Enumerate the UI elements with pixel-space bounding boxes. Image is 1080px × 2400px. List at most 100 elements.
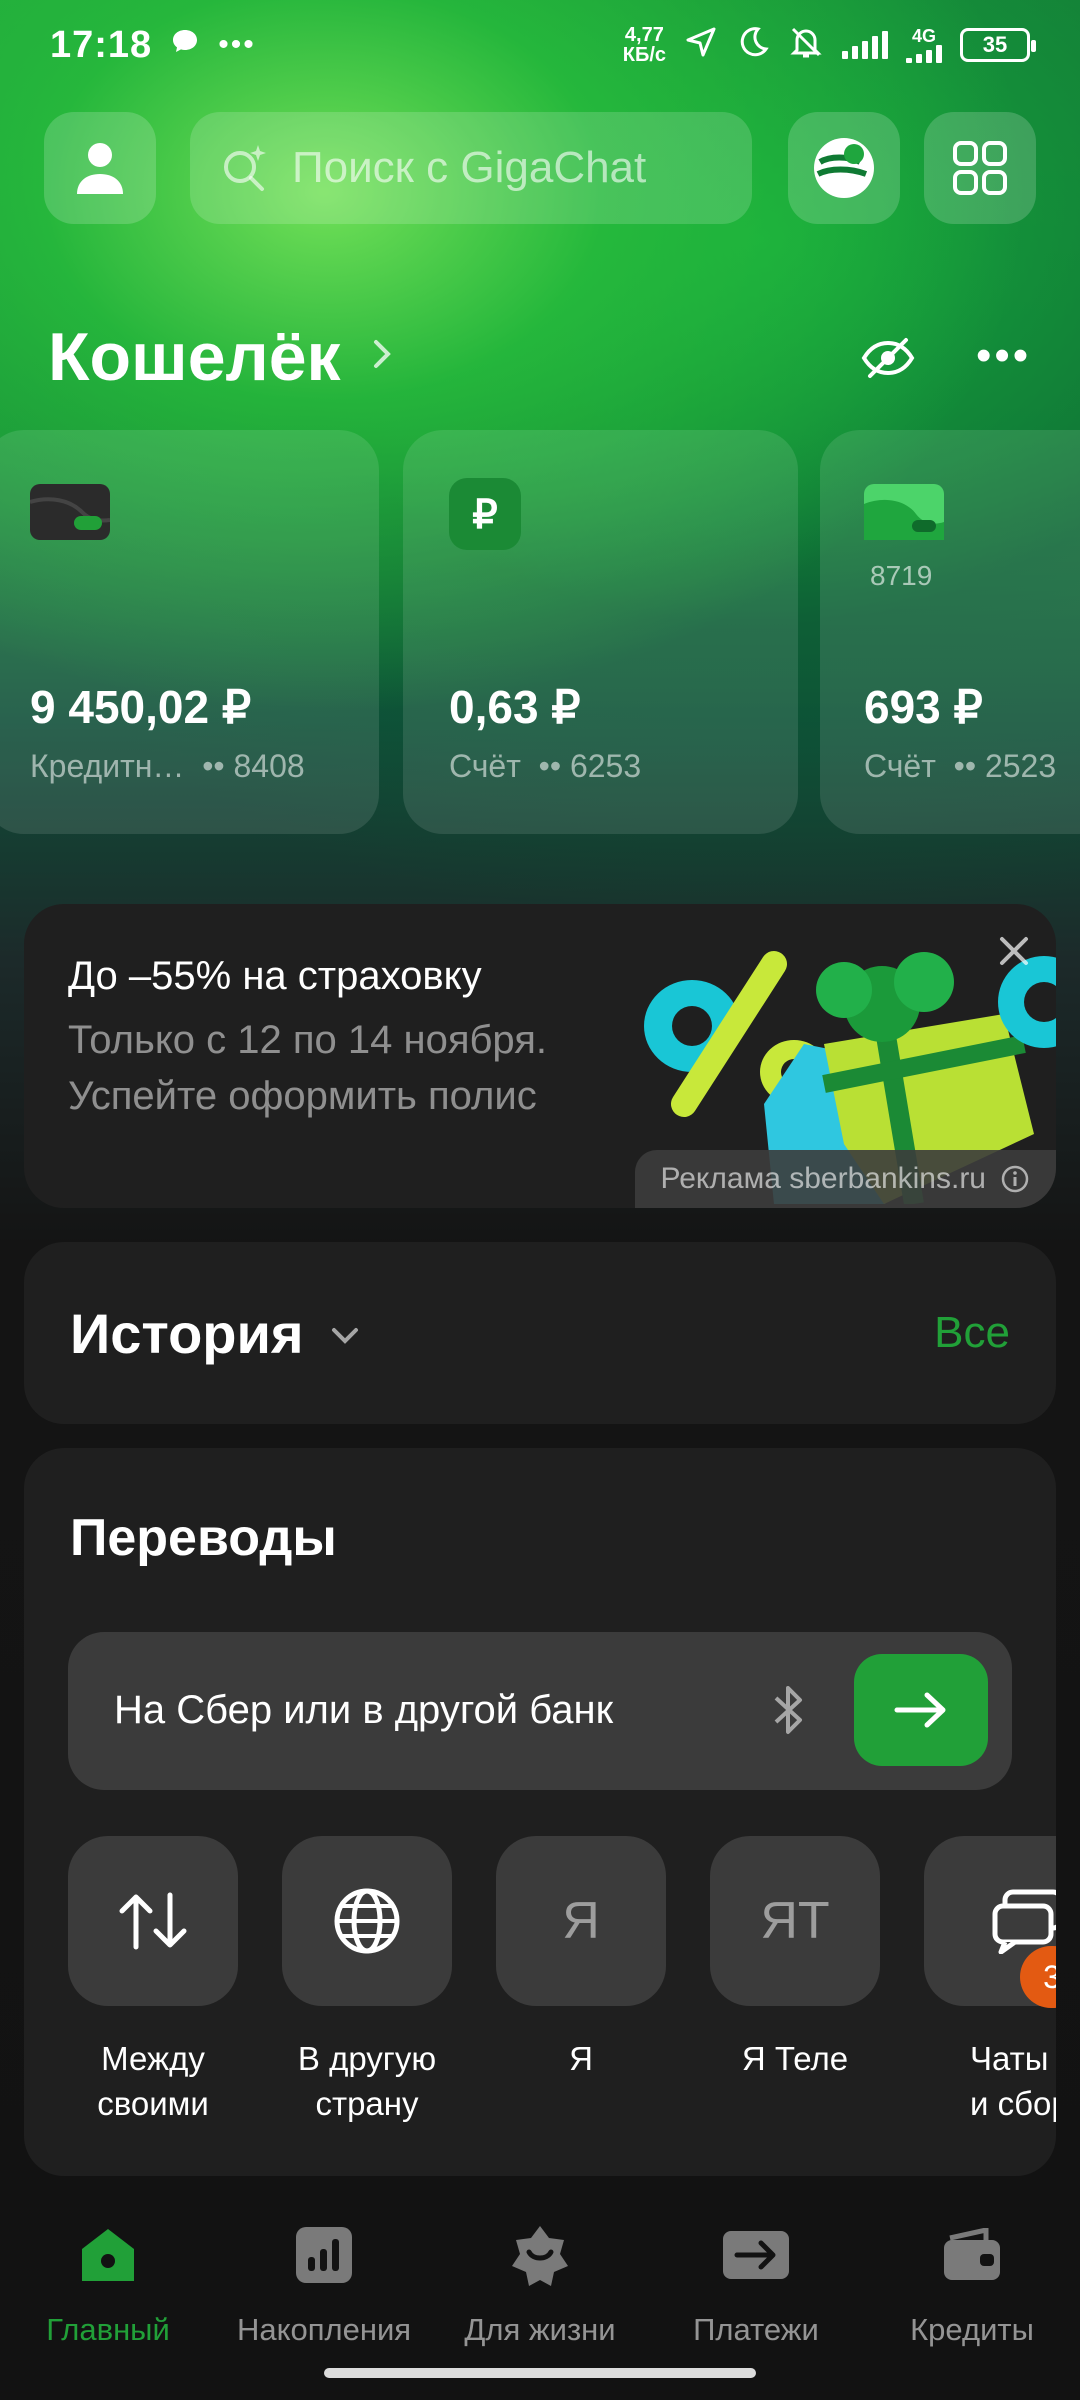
bluetooth-icon[interactable] [758,1680,818,1740]
promo-line-1: Только с 12 по 14 ноября. [68,1018,547,1062]
sber-assistant-button[interactable] [788,112,900,224]
search-placeholder: Поиск с GigaChat [292,143,647,192]
search-input[interactable]: Поиск с GigaChat [190,112,752,224]
history-section[interactable]: История Все [24,1242,1056,1424]
nav-label: Для жизни [464,2312,616,2347]
transfers-section: Переводы На Сбер или в другой банк Между… [24,1448,1056,2176]
bell-muted-icon [788,24,824,67]
status-time: 17:18 [50,23,153,66]
quick-label: Чаты и сборы [970,2040,1056,2122]
card-balance: 0,63 ₽ [449,681,581,733]
moon-icon [736,25,770,66]
transfer-go-button[interactable] [854,1654,988,1766]
ad-text: Реклама sberbankins.ru [660,1162,986,1195]
nav-home[interactable]: Главный [0,2224,216,2348]
gigachat-search-icon [224,145,266,191]
quick-label: В другую страну [297,2040,437,2122]
nav-savings[interactable]: Накопления [216,2224,432,2348]
history-all-link[interactable]: Все [934,1308,1010,1358]
nav-for-life[interactable]: Для жизни [432,2224,648,2348]
quick-transfer-between-own[interactable]: Между своими [68,1836,238,2126]
swap-arrows-icon [119,1892,187,1950]
promo-title: До –55% на страховку [68,954,482,998]
card-label: Счёт [449,748,521,784]
quick-button[interactable] [282,1836,452,2006]
card-number-masked: •• 2523 [953,748,1057,784]
notification-badge: 3 [1020,1946,1056,2008]
more-dots-icon: ••• [976,331,1032,380]
smile-star-icon [512,2226,568,2286]
sber-logo-icon [814,138,874,198]
history-title: История [70,1301,304,1365]
card-label: Кредитн… [30,748,185,784]
wallet-icon [944,2228,1000,2280]
nav-label: Платежи [693,2312,819,2347]
nav-credits[interactable]: Кредиты [864,2224,1080,2348]
promo-banner[interactable]: До –55% на страховку Только с 12 по 14 н… [24,904,1056,1208]
quick-chats-and-collections[interactable]: 3 Чаты и сборы [924,1836,1056,2126]
chat-notification-icon [170,26,200,64]
card-number-masked: •• 8408 [202,748,305,784]
wallet-card-account-2523[interactable]: 8719 693 ₽ Счёт •• 2523 [820,430,1080,834]
quick-button[interactable]: 3 [924,1836,1056,2008]
yat-glyph: ЯТ [760,1892,830,1950]
card-number-masked: •• 6253 [538,748,642,784]
user-icon [77,143,123,194]
nav-label: Накопления [236,2312,412,2347]
location-icon [684,25,718,66]
arrow-right-icon [894,1692,946,1728]
quick-button[interactable]: Я [496,1836,666,2006]
promo-line-2: Успейте оформить полис [68,1074,537,1118]
network-indicator: 4G [906,27,942,63]
status-right: 4,77 КБ/с 4G 35 [623,24,1036,67]
card-info: Счёт •• 2523 [864,748,1056,785]
chevron-right-icon [371,332,395,382]
wallet-more-button[interactable]: ••• [976,334,1031,378]
nav-payments[interactable]: Платежи [648,2224,864,2348]
battery-level: 35 [982,32,1008,57]
services-grid-button[interactable] [924,112,1036,224]
wallet-card-credit[interactable]: 9 450,02 ₽ Кредитн… •• 8408 [0,430,379,834]
grid-icon [953,141,1007,195]
promo-close-button[interactable] [998,928,1030,978]
quick-transfer-abroad[interactable]: В другую страну [282,1836,452,2126]
quick-button[interactable]: ЯТ [710,1836,880,2006]
main-screen: 17:18 ••• 4,77 КБ/с 4G 35 Поиск с GigaCh… [0,0,1080,2400]
chats-icon [992,1889,1056,1954]
svg-text:₽: ₽ [472,493,497,537]
nav-label: Главный [46,2312,170,2347]
net-speed-unit: КБ/с [622,44,666,66]
transfer-field-label: На Сбер или в другой банк [114,1688,614,1732]
transfer-recipient-field[interactable]: На Сбер или в другой банк [68,1632,1012,1790]
globe-icon [334,1888,400,1954]
home-icon [82,2229,134,2281]
status-bar: 17:18 ••• 4,77 КБ/с 4G 35 [0,0,1080,90]
wallet-title: Кошелёк [48,319,341,395]
credit-card-icon [30,484,110,540]
hide-balance-button[interactable] [860,330,916,386]
net-speed: 4,77 КБ/с [623,25,666,65]
eye-off-icon [861,338,915,378]
more-notifications-icon: ••• [218,28,256,61]
net-speed-value: 4,77 [624,24,664,46]
quick-label: Я Теле [741,2040,849,2077]
wallet-card-account-6253[interactable]: ₽ 0,63 ₽ Счёт •• 6253 [403,430,798,834]
quick-button[interactable] [68,1836,238,2006]
card-info: Счёт •• 6253 [449,748,641,785]
savings-chart-icon [296,2227,352,2283]
quick-transfer-phone[interactable]: ЯТ Я Теле [710,1836,880,2081]
quick-transfer-self[interactable]: Я Я [496,1836,666,2081]
network-type: 4G [911,26,936,46]
green-card-icon [864,484,944,540]
ad-label[interactable]: Реклама sberbankins.ru [634,1150,1056,1208]
gesture-home-bar[interactable] [324,2368,756,2378]
signal-icon [842,31,888,59]
info-icon [1001,1165,1029,1193]
signal2-icon [906,45,942,63]
quick-label: Я [569,2040,593,2077]
profile-button[interactable] [44,112,156,224]
close-icon [1000,937,1028,965]
card-number: 8719 [870,560,933,591]
chevron-down-icon [330,1311,360,1356]
wallet-header[interactable]: Кошелёк [48,318,395,396]
